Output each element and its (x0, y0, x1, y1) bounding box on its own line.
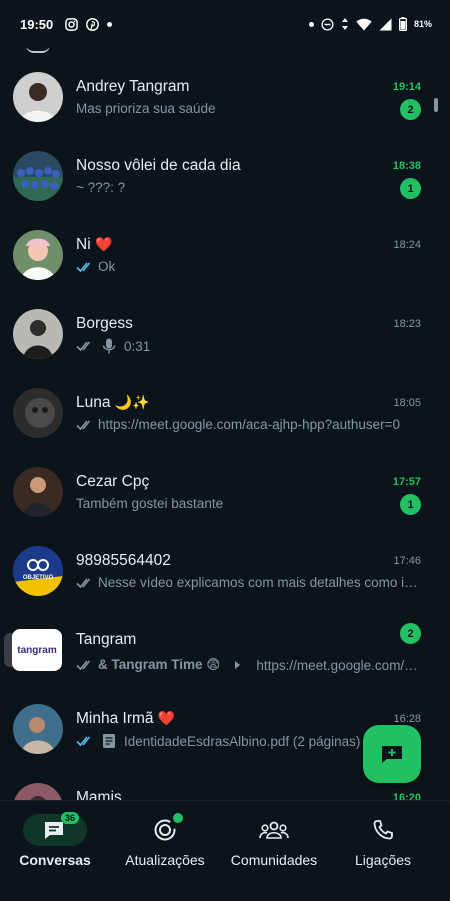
read-ticks-icon (76, 261, 91, 272)
phone-icon (373, 820, 393, 840)
new-chat-icon (382, 746, 402, 763)
nav-pill (242, 814, 306, 846)
chat-name: Ni ❤️ (76, 236, 113, 253)
nav-ligacoes[interactable]: Ligações (328, 814, 438, 868)
data-transfer-icon (341, 18, 348, 30)
chat-time: 18:38 (392, 160, 421, 172)
unread-count-badge: 36 (60, 812, 79, 824)
pinterest-icon (86, 17, 100, 31)
avatar (13, 704, 63, 754)
chat-name: Cezar Cpç (76, 473, 150, 490)
bottom-navigation: 36 Conversas Atualizações Comunidades Li… (0, 800, 450, 901)
status-time: 19:50 (20, 16, 54, 32)
chat-row-borgess[interactable]: Borgess 18:23 0:31 (0, 285, 450, 364)
chat-preview: Ok (76, 259, 420, 274)
avatar (13, 230, 63, 280)
chat-time: 18:05 (393, 397, 421, 409)
wifi-icon (356, 18, 372, 30)
delivered-ticks-icon (76, 660, 91, 671)
delivered-ticks-icon (76, 577, 91, 588)
avatar-logo-text: tangram (17, 644, 57, 656)
chat-time: 18:23 (393, 318, 421, 330)
nav-label: Ligações (354, 852, 412, 868)
chat-name: Borgess (76, 315, 133, 332)
arrow-right-icon (235, 661, 241, 669)
chat-preview: 0:31 (76, 338, 420, 354)
chat-name: Mamis (76, 789, 122, 800)
nav-label: Atualizações (125, 852, 205, 868)
nav-comunidades[interactable]: Comunidades (219, 814, 329, 868)
read-ticks-icon (76, 736, 91, 747)
chat-time: 17:46 (393, 555, 421, 567)
chat-name: Minha Irmã ❤️ (76, 710, 176, 727)
chat-name: 98985564402 (76, 552, 171, 569)
avatar: OBJETIVO (13, 546, 63, 596)
avatar-logo-text: OBJETIVO (23, 575, 54, 581)
nav-pill (133, 813, 197, 846)
community-avatar: tangram (4, 629, 62, 671)
heart-emoji: ❤️ (94, 236, 113, 252)
status-bar: 19:50 81% (0, 0, 450, 48)
chat-time: 17:57 (392, 476, 421, 488)
chat-row-luna[interactable]: Luna 🌙✨ 18:05 https://meet.google.com/ac… (0, 364, 450, 443)
avatar (13, 72, 63, 122)
chat-preview: Também gostei bastante (76, 496, 224, 511)
chat-preview: Mas prioriza sua saúde (76, 101, 216, 116)
battery-percent: 81% (413, 19, 432, 29)
microphone-icon (102, 338, 116, 354)
dnd-icon (321, 17, 334, 31)
avatar (13, 783, 63, 800)
chat-time: 16:20 (392, 792, 421, 800)
unread-badge: 1 (400, 178, 421, 199)
avatar (13, 467, 63, 517)
nav-pill: 36 (23, 812, 87, 846)
chat-time: 18:24 (393, 239, 421, 251)
chat-row-nosso-volei[interactable]: Nosso vôlei de cada dia 18:38 ~ ???: ? 1 (0, 127, 450, 206)
nav-conversas[interactable]: 36 Conversas (0, 812, 110, 868)
chat-row-tangram[interactable]: tangram Tangram & Tangram Time 😨 https:/… (0, 601, 450, 680)
heart-emoji: ❤️ (157, 710, 176, 726)
moon-sparkles-emoji: 🌙✨ (114, 394, 150, 410)
chat-name: Nosso vôlei de cada dia (76, 157, 241, 174)
nav-label: Conversas (19, 852, 91, 868)
chat-preview: https://meet.google.com/aca-ajhp-hpp?aut… (76, 417, 420, 432)
chat-row-98985564402[interactable]: OBJETIVO 98985564402 17:46 Nesse vídeo e… (0, 522, 450, 601)
chat-preview: & Tangram Time 😨 https://meet.google.com… (76, 657, 420, 673)
status-icon (154, 819, 176, 841)
instagram-icon (65, 17, 79, 31)
unread-badge: 2 (400, 99, 421, 120)
group-prefix: & Tangram Time 😨 (98, 657, 221, 672)
chat-list[interactable]: Andrey Tangram 19:14 Mas prioriza sua sa… (0, 48, 450, 800)
chat-row-andrey-tangram[interactable]: Andrey Tangram 19:14 Mas prioriza sua sa… (0, 48, 450, 127)
signal-icon (379, 18, 392, 30)
delivered-ticks-icon (76, 341, 91, 352)
communities-icon (259, 821, 289, 839)
chat-name: Luna 🌙✨ (76, 394, 150, 411)
chat-name: Tangram (76, 631, 137, 648)
nav-label: Comunidades (230, 852, 318, 868)
chat-time: 16:28 (393, 713, 421, 725)
chat-row-cezar-cpc[interactable]: Cezar Cpç 17:57 Também gostei bastante 1 (0, 443, 450, 522)
nav-atualizacoes[interactable]: Atualizações (110, 813, 220, 868)
avatar (13, 309, 63, 359)
nav-pill (351, 814, 415, 846)
chat-name: Andrey Tangram (76, 78, 190, 95)
chat-time: 19:14 (392, 81, 421, 93)
notification-dot-icon (308, 21, 314, 27)
chat-preview: Nesse vídeo explicamos com mais detalhes… (76, 575, 420, 590)
chat-preview: ~ ???: ? (76, 180, 126, 195)
new-chat-button[interactable] (363, 725, 421, 783)
avatar (13, 151, 63, 201)
avatar (13, 388, 63, 438)
unread-badge: 1 (400, 494, 421, 515)
delivered-ticks-icon (76, 419, 91, 430)
unread-badge: 2 (400, 623, 421, 644)
document-icon (103, 734, 115, 748)
notification-dot-icon (107, 21, 113, 27)
battery-icon (398, 17, 407, 31)
system-navigation-bar (0, 890, 450, 900)
new-status-dot (173, 813, 183, 823)
chat-row-ni[interactable]: Ni ❤️ 18:24 Ok (0, 206, 450, 285)
